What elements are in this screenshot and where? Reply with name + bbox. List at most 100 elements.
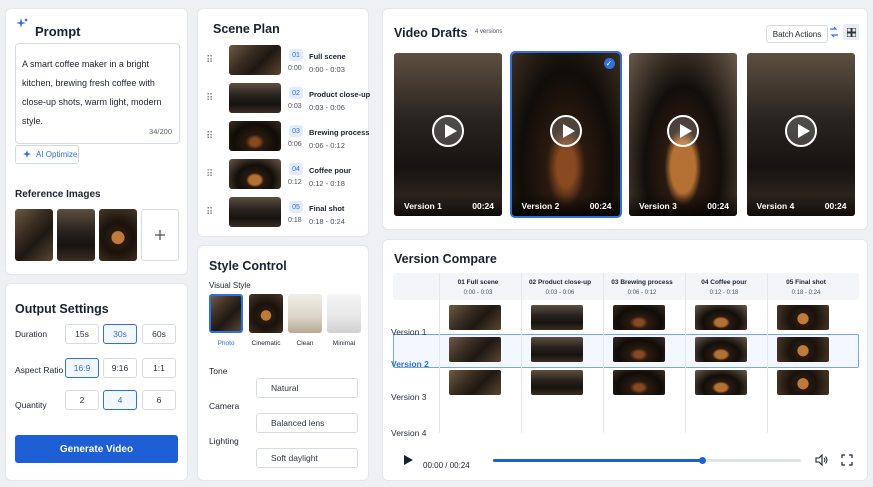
selected-check-icon: ✓ xyxy=(603,58,615,69)
tone-label: Tone xyxy=(209,366,228,376)
scene-item[interactable]: ⠿ 04 Coffee pour 0:12 0:12 - 0:18 xyxy=(198,159,370,191)
scene-item[interactable]: ⠿ 03 Brewing process 0:06 0:06 - 0:12 xyxy=(198,121,370,153)
style-title: Style Control xyxy=(209,259,287,273)
quantity-option-6[interactable]: 6 xyxy=(142,390,176,410)
compare-grid-line xyxy=(521,273,522,433)
compare-thumbnail[interactable] xyxy=(777,370,829,395)
drag-handle-icon[interactable]: ⠿ xyxy=(206,55,214,67)
compare-thumbnail[interactable] xyxy=(531,337,583,362)
video-draft-card[interactable]: Version 4 00:24 xyxy=(746,53,855,216)
compare-thumbnail[interactable] xyxy=(613,337,665,362)
drag-handle-icon[interactable]: ⠿ xyxy=(206,131,214,143)
progress-track[interactable] xyxy=(493,457,801,464)
duration-option-15s[interactable]: 15s xyxy=(65,324,99,344)
aspect-option-1-1[interactable]: 1:1 xyxy=(142,358,176,378)
drag-handle-icon[interactable]: ⠿ xyxy=(206,93,214,105)
duration-option-60s[interactable]: 60s xyxy=(142,324,176,344)
generate-video-button[interactable]: Generate Video xyxy=(15,435,178,463)
versions-badge: 4 versions xyxy=(475,29,503,35)
play-icon[interactable] xyxy=(402,454,414,466)
prompt-textarea[interactable]: A smart coffee maker in a bright kitchen… xyxy=(15,43,180,144)
style-minimal-thumb[interactable] xyxy=(327,294,361,333)
video-info-bar: Version 3 00:24 xyxy=(629,194,737,216)
scene-name: Final shot xyxy=(309,204,345,213)
compare-row-label[interactable]: Version 4 xyxy=(391,428,426,438)
batch-actions-label: Batch Actions xyxy=(772,29,822,39)
duration-option-30s[interactable]: 30s xyxy=(103,324,137,344)
drag-handle-icon[interactable]: ⠿ xyxy=(206,169,214,181)
video-drafts-card: Video Drafts 4 versions Batch Actions Ve… xyxy=(382,8,868,230)
style-cinematic-thumb[interactable] xyxy=(249,294,283,333)
compare-row-label[interactable]: Version 2 xyxy=(391,359,429,369)
compare-thumbnail[interactable] xyxy=(449,370,501,395)
video-draft-card[interactable]: Version 2 00:24 ✓ xyxy=(509,51,622,218)
video-duration: 00:24 xyxy=(472,201,494,211)
compare-thumbnail[interactable] xyxy=(777,305,829,330)
compare-thumbnail[interactable] xyxy=(695,370,747,395)
reference-image-2[interactable] xyxy=(57,209,95,261)
video-draft-card[interactable]: Version 3 00:24 xyxy=(629,53,737,216)
playback-time: 00:00 / 00:24 xyxy=(423,461,470,470)
scene-start: 0:03 xyxy=(288,103,302,110)
lighting-select[interactable]: Soft daylight xyxy=(256,448,358,468)
scene-thumbnail xyxy=(229,159,281,189)
scene-plan-title: Scene Plan xyxy=(213,22,280,36)
style-control-card: Style Control Visual Style Photo Cinemat… xyxy=(197,245,369,481)
compare-column-range: 0:06 - 0:12 xyxy=(627,290,657,296)
compare-thumbnail[interactable] xyxy=(695,305,747,330)
ai-optimize-label: AI Optimize xyxy=(36,150,78,159)
compare-thumbnail[interactable] xyxy=(613,370,665,395)
compare-thumbnail[interactable] xyxy=(613,305,665,330)
volume-icon[interactable] xyxy=(815,454,829,466)
reference-image-3[interactable] xyxy=(99,209,137,261)
camera-select[interactable]: Balanced lens xyxy=(256,413,358,433)
drag-handle-icon[interactable]: ⠿ xyxy=(206,207,214,219)
reference-image-1[interactable] xyxy=(15,209,53,261)
version-compare-title: Version Compare xyxy=(394,252,497,266)
scene-item[interactable]: ⠿ 02 Product close-up 0:03 0:03 - 0:06 xyxy=(198,83,370,115)
compare-thumbnail[interactable] xyxy=(777,337,829,362)
style-clean-thumb[interactable] xyxy=(288,294,322,333)
compare-row-label[interactable]: Version 1 xyxy=(391,327,426,337)
scene-start: 0:06 xyxy=(288,141,302,148)
scene-item[interactable]: ⠿ 05 Final shot 0:18 0:18 - 0:24 xyxy=(198,197,370,229)
video-duration: 00:24 xyxy=(589,201,612,211)
play-button[interactable] xyxy=(667,115,699,147)
compare-thumbnail[interactable] xyxy=(695,337,747,362)
quantity-option-4[interactable]: 4 xyxy=(103,390,137,410)
compare-grid-line xyxy=(603,273,604,433)
compare-column-title: 02 Product close-up xyxy=(528,279,592,286)
scene-number: 02 xyxy=(289,87,303,99)
grid-view-button[interactable] xyxy=(843,24,859,40)
play-button[interactable] xyxy=(549,115,582,147)
compare-thumbnail[interactable] xyxy=(531,305,583,330)
compare-toggle-icon[interactable] xyxy=(828,26,840,38)
visual-style-label: Visual Style xyxy=(209,281,251,290)
play-button[interactable] xyxy=(432,115,464,147)
scene-item[interactable]: ⠿ 01 Full scene 0:00 0:00 - 0:03 xyxy=(198,45,370,77)
compare-thumbnail[interactable] xyxy=(449,337,501,362)
aspect-option-16-9[interactable]: 16:9 xyxy=(65,358,99,378)
compare-thumbnail[interactable] xyxy=(449,305,501,330)
play-button[interactable] xyxy=(784,115,817,147)
video-version-label: Version 4 xyxy=(756,201,795,211)
style-cinematic-label: Cinematic xyxy=(251,340,281,347)
compare-column-title: 01 Full scene xyxy=(457,279,499,286)
batch-actions-button[interactable]: Batch Actions xyxy=(766,25,828,43)
compare-thumbnail[interactable] xyxy=(531,370,583,395)
prompt-text: A smart coffee maker in a bright kitchen… xyxy=(22,59,162,126)
prompt-card: Prompt A smart coffee maker in a bright … xyxy=(5,8,188,275)
scene-name: Full scene xyxy=(309,52,346,61)
compare-column-title: 04 Coffee pour xyxy=(701,279,747,286)
aspect-option-9-16[interactable]: 9:16 xyxy=(103,358,137,378)
compare-column-range: 0:00 - 0:03 xyxy=(463,290,493,296)
ai-optimize-button[interactable]: AI Optimize xyxy=(15,145,79,164)
style-photo-thumb[interactable] xyxy=(209,294,243,333)
progress-knob[interactable] xyxy=(699,457,707,464)
fullscreen-icon[interactable] xyxy=(841,454,853,466)
add-reference-button[interactable] xyxy=(141,209,179,261)
video-draft-card[interactable]: Version 1 00:24 xyxy=(394,53,502,216)
compare-row-label[interactable]: Version 3 xyxy=(391,392,426,402)
quantity-option-2[interactable]: 2 xyxy=(65,390,99,410)
tone-select[interactable]: Natural xyxy=(256,378,358,398)
